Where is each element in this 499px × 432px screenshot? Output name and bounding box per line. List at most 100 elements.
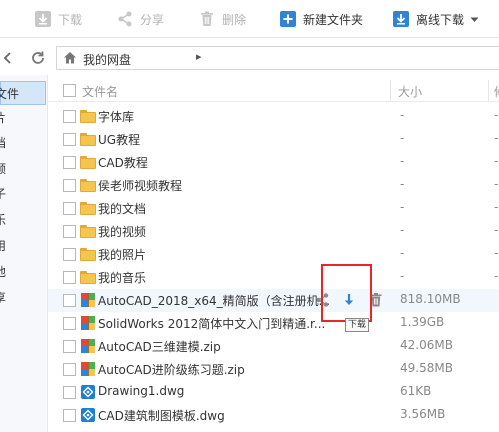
file-modified: -: [494, 131, 499, 145]
file-name[interactable]: 侯老师视频教程: [98, 177, 182, 194]
table-row[interactable]: 字体库 - -: [48, 105, 499, 128]
file-name[interactable]: 我的文档: [98, 200, 146, 217]
table-row[interactable]: 我的视频 - -: [48, 220, 499, 243]
delete-button[interactable]: 删除: [198, 0, 246, 38]
zip-archive-icon: [80, 315, 96, 331]
column-header-name[interactable]: 文件名: [82, 83, 118, 100]
row-checkbox[interactable]: [63, 202, 76, 215]
table-row[interactable]: 侯老师视频教程 - -: [48, 174, 499, 197]
home-icon[interactable]: [63, 51, 77, 65]
dwg-file-icon: [80, 407, 96, 423]
file-size: -: [400, 200, 405, 214]
file-modified: -: [494, 200, 499, 214]
row-checkbox[interactable]: [63, 110, 76, 123]
file-size: 42.06MB: [400, 338, 453, 352]
back-arrow-icon[interactable]: [2, 52, 14, 64]
table-row[interactable]: 我的音乐 - -: [48, 266, 499, 289]
row-checkbox[interactable]: [63, 294, 76, 307]
zip-archive-icon: [80, 292, 96, 308]
row-checkbox[interactable]: [63, 363, 76, 376]
row-checkbox[interactable]: [63, 386, 76, 399]
offline-download-label: 离线下载: [416, 12, 465, 27]
folder-icon: [80, 246, 96, 262]
file-size: 61KB: [400, 384, 432, 398]
table-row[interactable]: CAD教程 - -: [48, 151, 499, 174]
table-row[interactable]: UG教程 - -: [48, 128, 499, 151]
breadcrumb-separator[interactable]: ▸: [196, 50, 202, 63]
table-row[interactable]: 我的文档 - -: [48, 197, 499, 220]
file-name[interactable]: 我的音乐: [98, 269, 146, 286]
file-modified: -: [494, 177, 499, 191]
file-name[interactable]: UG教程: [98, 131, 140, 148]
sidebar-item-files[interactable]: 文件: [0, 81, 46, 105]
sidebar-item-label: 文件: [0, 87, 20, 101]
select-all-checkbox[interactable]: [63, 84, 76, 97]
row-checkbox[interactable]: [63, 317, 76, 330]
sidebar-item-apps[interactable]: 用: [0, 234, 46, 258]
file-name[interactable]: 我的照片: [98, 246, 146, 263]
share-button[interactable]: 分享: [116, 0, 164, 38]
sidebar-item-label: 档: [0, 136, 7, 150]
row-checkbox[interactable]: [63, 340, 76, 353]
sidebar-item-music[interactable]: 乐: [0, 208, 46, 232]
row-checkbox[interactable]: [63, 225, 76, 238]
row-checkbox[interactable]: [63, 179, 76, 192]
offline-download-button[interactable]: 离线下载: [392, 0, 479, 38]
table-row[interactable]: SolidWorks 2012简体中文入门到精通.r... 1.39GB: [48, 312, 499, 335]
file-size: -: [400, 177, 405, 191]
file-name[interactable]: AutoCAD_2018_x64_精简版（含注册机...: [98, 292, 330, 309]
file-name[interactable]: CAD教程: [98, 154, 148, 171]
offline-download-icon: [392, 10, 410, 28]
sidebar-item-torrents[interactable]: 子: [0, 182, 46, 206]
file-size: 3.56MB: [400, 407, 446, 421]
table-row[interactable]: AutoCAD_2018_x64_精简版（含注册机... 818.10MB: [48, 289, 499, 312]
table-row[interactable]: 我的照片 - -: [48, 243, 499, 266]
breadcrumb[interactable]: 我的网盘: [83, 51, 131, 68]
row-checkbox[interactable]: [63, 248, 76, 261]
row-checkbox[interactable]: [63, 409, 76, 422]
column-header-size[interactable]: 大小: [398, 83, 422, 100]
new-folder-icon: [279, 10, 297, 28]
file-name[interactable]: 我的视频: [98, 223, 146, 240]
zip-archive-icon: [80, 338, 96, 354]
file-name[interactable]: AutoCAD三维建模.zip: [98, 338, 221, 355]
sidebar-item-label: 乐: [0, 213, 7, 227]
sidebar-item-shared[interactable]: 享: [0, 286, 46, 310]
folder-icon: [80, 131, 96, 147]
file-size: -: [400, 131, 405, 145]
folder-icon: [80, 108, 96, 124]
file-name[interactable]: SolidWorks 2012简体中文入门到精通.r...: [98, 315, 325, 332]
sidebar-item-videos[interactable]: 频: [0, 157, 46, 181]
refresh-icon[interactable]: [30, 50, 46, 66]
table-row[interactable]: AutoCAD进阶级练习题.zip 49.58MB: [48, 358, 499, 381]
table-row[interactable]: CAD建筑制图模板.dwg 3.56MB: [48, 404, 499, 427]
file-name[interactable]: 字体库: [98, 108, 134, 125]
file-modified: -: [494, 246, 499, 260]
file-name[interactable]: CAD建筑制图模板.dwg: [98, 407, 225, 424]
address-bar[interactable]: 我的网盘 ▸: [56, 46, 499, 70]
column-divider: [390, 80, 391, 102]
zip-archive-icon: [80, 361, 96, 377]
share-icon: [116, 10, 134, 28]
sidebar-item-other[interactable]: 他: [0, 260, 46, 284]
table-row[interactable]: AutoCAD三维建模.zip 42.06MB: [48, 335, 499, 358]
row-checkbox[interactable]: [63, 156, 76, 169]
file-name[interactable]: Drawing1.dwg: [98, 384, 184, 398]
dropdown-caret-icon[interactable]: [470, 12, 479, 26]
sidebar-item-documents[interactable]: 档: [0, 131, 46, 155]
sidebar-item-pictures[interactable]: 片: [0, 106, 46, 130]
row-checkbox[interactable]: [63, 271, 76, 284]
row-checkbox[interactable]: [63, 133, 76, 146]
file-size: 818.10MB: [400, 292, 461, 306]
sidebar-item-label: 用: [0, 239, 7, 253]
download-icon: [34, 10, 52, 28]
column-header-modified[interactable]: 修: [494, 83, 499, 100]
file-modified: -: [494, 154, 499, 168]
download-button[interactable]: 下载: [34, 0, 82, 38]
file-name[interactable]: AutoCAD进阶级练习题.zip: [98, 361, 245, 378]
file-size: -: [400, 108, 405, 122]
sidebar-item-label: 他: [0, 265, 7, 279]
table-row[interactable]: Drawing1.dwg 61KB: [48, 381, 499, 404]
new-folder-button[interactable]: 新建文件夹: [279, 0, 363, 38]
file-modified: -: [494, 108, 499, 122]
